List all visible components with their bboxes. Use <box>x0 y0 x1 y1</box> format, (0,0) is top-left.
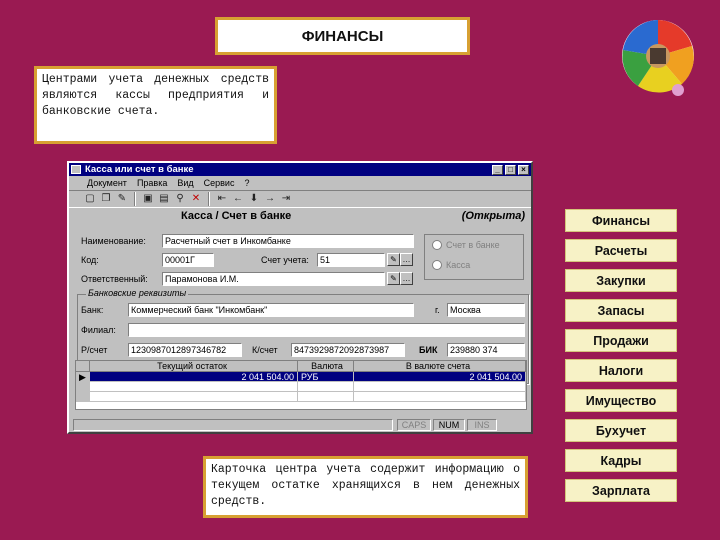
menu-edit[interactable]: Правка <box>137 178 167 188</box>
status-message <box>73 419 393 431</box>
bank-field[interactable]: Коммерческий банк "Инкомбанк" <box>128 303 414 317</box>
code-label: Код: <box>81 255 99 265</box>
next-record-icon[interactable]: → <box>263 192 277 206</box>
new-icon[interactable]: ▢ <box>83 192 97 206</box>
nav-payroll[interactable]: Зарплата <box>565 479 677 502</box>
minimize-button[interactable]: _ <box>492 164 503 175</box>
cell-currency: РУБ <box>298 372 354 381</box>
table-row[interactable] <box>76 382 526 392</box>
account-lookup-button[interactable]: … <box>400 253 413 266</box>
nav-finance[interactable]: Финансы <box>565 209 677 232</box>
ks-label: К/счет <box>252 345 278 355</box>
statusbar: CAPS NUM INS <box>69 418 531 432</box>
cell-in-account-currency: 2 041 504.00 <box>354 372 526 381</box>
col-account-currency: В валюте счета <box>354 361 526 371</box>
nav-property[interactable]: Имущество <box>565 389 677 412</box>
window-title: Касса или счет в банке <box>85 164 194 175</box>
prev-record-icon[interactable]: ← <box>231 192 245 206</box>
nav-sales[interactable]: Продажи <box>565 329 677 352</box>
nav-settlements[interactable]: Расчеты <box>565 239 677 262</box>
form-area: Касса / Счет в банке (Открыта) Наименова… <box>69 208 531 432</box>
name-field[interactable]: Расчетный счет в Инкомбанке <box>162 234 414 248</box>
row-pointer-icon: ▶ <box>76 372 90 381</box>
nav-inventory[interactable]: Запасы <box>565 299 677 322</box>
filter-icon[interactable]: ⚲ <box>173 192 187 206</box>
city-field[interactable]: Москва <box>447 303 525 317</box>
note-card-info: Карточка центра учета содержит информаци… <box>203 456 528 518</box>
status-num: NUM <box>433 419 465 431</box>
nav-personnel[interactable]: Кадры <box>565 449 677 472</box>
col-currency: Валюта <box>298 361 354 371</box>
down-icon[interactable]: ⬇ <box>247 192 261 206</box>
cell-balance: 2 041 504.00 <box>90 372 298 381</box>
branch-label: Филиал: <box>81 325 116 335</box>
note-cash-centers: Центрами учета денежных средств являются… <box>34 66 277 144</box>
save-icon[interactable]: ▣ <box>141 192 155 206</box>
responsible-edit-icon[interactable]: ✎ <box>387 272 400 285</box>
rs-label: Р/счет <box>81 345 108 355</box>
slide-title: ФИНАНСЫ <box>215 17 470 55</box>
menu-service[interactable]: Сервис <box>204 178 235 188</box>
form-heading: Касса / Счет в банке <box>181 210 292 222</box>
table-row[interactable]: ▶ 2 041 504.00 РУБ 2 041 504.00 <box>76 372 526 382</box>
radio-bank-account[interactable]: Счет в банке <box>432 240 500 250</box>
edit-pencil-icon[interactable]: ✎ <box>115 192 129 206</box>
responsible-lookup-button[interactable]: … <box>400 272 413 285</box>
responsible-label: Ответственный: <box>81 274 148 284</box>
responsible-field[interactable]: Парамонова И.М. <box>162 272 385 286</box>
menu-view[interactable]: Вид <box>177 178 193 188</box>
ks-field[interactable]: 8473929872092873987 <box>291 343 405 357</box>
col-current-balance: Текущий остаток <box>90 361 298 371</box>
account-edit-icon[interactable]: ✎ <box>387 253 400 266</box>
city-label: г. <box>435 305 440 315</box>
rs-field[interactable]: 1230987012897346782 <box>128 343 242 357</box>
account-field[interactable]: 51 <box>317 253 385 267</box>
copy-icon[interactable]: ❐ <box>99 192 113 206</box>
menu-document[interactable]: Документ <box>87 178 127 188</box>
open-icon[interactable]: ▤ <box>157 192 171 206</box>
nav-taxes[interactable]: Налоги <box>565 359 677 382</box>
code-field[interactable]: 00001Г <box>162 253 214 267</box>
maximize-button[interactable]: □ <box>505 164 516 175</box>
delete-icon[interactable]: ✕ <box>189 192 203 206</box>
bank-label: Банк: <box>81 305 104 315</box>
name-label: Наименование: <box>81 236 146 246</box>
menu-help[interactable]: ? <box>244 178 249 188</box>
grid-header: Текущий остаток Валюта В валюте счета <box>76 361 526 372</box>
menubar: Документ Правка Вид Сервис ? <box>69 176 531 190</box>
cash-account-window: Касса или счет в банке _ □ × Документ Пр… <box>67 161 533 434</box>
app-icon <box>71 165 81 174</box>
nav-accounting[interactable]: Бухучет <box>565 419 677 442</box>
form-status: (Открыта) <box>461 210 525 222</box>
close-button[interactable]: × <box>518 164 529 175</box>
balance-grid: Текущий остаток Валюта В валюте счета ▶ … <box>75 360 527 410</box>
last-record-icon[interactable]: ⇥ <box>279 192 293 206</box>
bank-details-legend: Банковские реквизиты <box>86 288 189 298</box>
bik-label: БИК <box>419 345 438 355</box>
first-record-icon[interactable]: ⇤ <box>215 192 229 206</box>
account-label: Счет учета: <box>261 255 309 265</box>
status-caps: CAPS <box>397 419 431 431</box>
bik-field[interactable]: 239880 374 <box>447 343 525 357</box>
colorwheel-logo-icon <box>622 20 694 96</box>
form-heading-row: Касса / Счет в банке (Открыта) <box>69 208 531 226</box>
toolbar: ▢ ❐ ✎ ▣ ▤ ⚲ ✕ ⇤ ← ⬇ → ⇥ <box>69 190 531 208</box>
table-row[interactable] <box>76 392 526 402</box>
branch-field[interactable] <box>128 323 525 337</box>
radio-cash[interactable]: Касса <box>432 260 470 270</box>
nav-purchases[interactable]: Закупки <box>565 269 677 292</box>
window-titlebar: Касса или счет в банке _ □ × <box>69 163 531 176</box>
status-ins: INS <box>467 419 497 431</box>
